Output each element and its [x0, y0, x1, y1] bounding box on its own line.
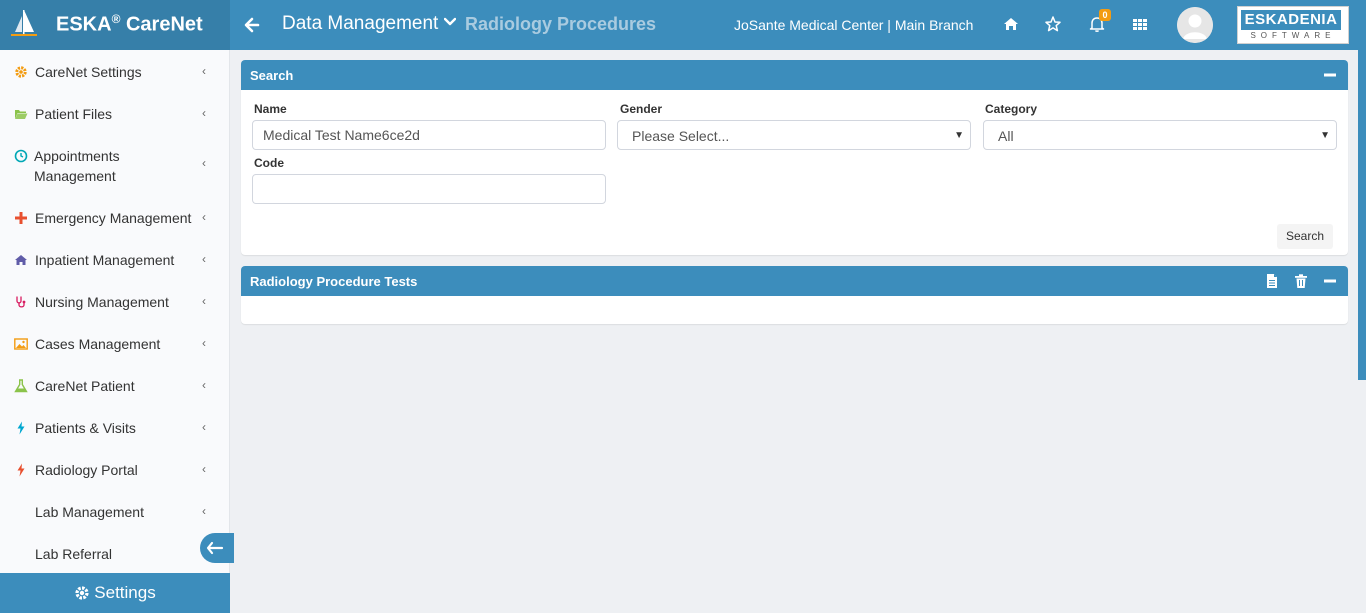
arrow-left-icon — [206, 541, 224, 555]
name-input[interactable] — [252, 120, 606, 150]
back-arrow-icon[interactable] — [243, 15, 261, 35]
trash-icon[interactable] — [1293, 273, 1309, 289]
results-panel-header: Radiology Procedure Tests — [241, 266, 1348, 296]
sidebar-item-patient-files[interactable]: Patient Files ‹ — [0, 92, 230, 134]
sidebar-item-patients-visits[interactable]: Patients & Visits ‹ — [0, 407, 230, 449]
search-button[interactable]: Search — [1277, 224, 1333, 249]
caret-down-icon: ▼ — [1320, 130, 1330, 141]
notification-badge: 0 — [1099, 9, 1111, 21]
folder-open-icon — [15, 110, 28, 119]
flask-icon — [14, 379, 28, 393]
sidebar-item-carenet-patient[interactable]: CareNet Patient ‹ — [0, 365, 230, 407]
code-label: Code — [254, 156, 284, 170]
home-icon[interactable] — [1002, 15, 1020, 33]
vendor-logo-tagline: SOFTWARE — [1250, 31, 1336, 40]
vendor-logo-name: ESKADENIA — [1241, 10, 1341, 30]
chevron-left-icon: ‹ — [202, 156, 206, 170]
gender-label: Gender — [620, 102, 663, 116]
chevron-left-icon: ‹ — [202, 378, 206, 392]
minimize-icon[interactable] — [1322, 273, 1338, 289]
search-panel: Search — [241, 60, 1348, 255]
chevron-left-icon: ‹ — [202, 252, 206, 266]
vendor-logo: ESKADENIA SOFTWARE — [1237, 6, 1349, 44]
module-label: Data Management — [282, 13, 439, 34]
chevron-left-icon: ‹ — [202, 462, 206, 476]
scrollbar-thumb[interactable] — [1358, 50, 1366, 380]
sidebar-item-nursing-management[interactable]: Nursing Management ‹ — [0, 281, 230, 323]
document-icon[interactable] — [1264, 273, 1280, 289]
results-panel: Radiology Procedure Tests — [241, 266, 1348, 324]
facility-selector[interactable]: JoSante Medical Center | Main Branch — [734, 17, 973, 33]
sidebar-collapse-button[interactable] — [200, 533, 234, 563]
home-icon — [15, 255, 27, 265]
sidebar-item-radiology-portal[interactable]: Radiology Portal ‹ — [0, 449, 230, 491]
sailboat-logo-icon — [11, 10, 37, 36]
sidebar-menu: CareNet Settings ‹ Patient Files ‹ Appoi… — [0, 50, 234, 613]
chevron-left-icon: ‹ — [202, 106, 206, 120]
stethoscope-icon — [16, 296, 26, 308]
bolt-icon — [17, 463, 25, 477]
sidebar-item-cases-management[interactable]: Cases Management ‹ — [0, 323, 230, 365]
gear-icon — [75, 586, 89, 600]
chevron-left-icon: ‹ — [202, 294, 206, 308]
settings-label: Settings — [94, 583, 156, 602]
sidebar-item-lab-management[interactable]: Lab Management ‹ — [0, 491, 230, 533]
gender-select[interactable]: Please Select... ▼ — [617, 120, 971, 150]
module-dropdown[interactable]: Data Management — [282, 13, 457, 35]
image-icon — [14, 338, 28, 350]
chevron-left-icon: ‹ — [202, 504, 206, 518]
user-silhouette-icon — [1177, 7, 1213, 43]
category-select[interactable]: All ▼ — [983, 120, 1337, 150]
grid-apps-icon[interactable] — [1131, 15, 1149, 33]
results-panel-title: Radiology Procedure Tests — [250, 274, 418, 289]
chevron-left-icon: ‹ — [202, 420, 206, 434]
bolt-icon — [17, 421, 25, 435]
page-title: Radiology Procedures — [465, 14, 657, 34]
name-label: Name — [254, 102, 287, 116]
category-label: Category — [985, 102, 1038, 116]
settings-button[interactable]: Settings — [0, 573, 230, 613]
search-panel-header: Search — [241, 60, 1348, 90]
sidebar-item-appointments-management[interactable]: Appointments Management ‹ — [0, 134, 230, 186]
user-avatar[interactable] — [1177, 7, 1213, 43]
plus-icon — [15, 212, 27, 224]
gear-icon — [15, 66, 27, 78]
sidebar-item-lab-referral[interactable]: Lab Referral — [0, 533, 230, 575]
sidebar-item-carenet-settings[interactable]: CareNet Settings ‹ — [0, 50, 230, 92]
category-select-value: All — [998, 128, 1014, 144]
caret-down-icon: ▼ — [954, 130, 964, 141]
gender-select-value: Please Select... — [632, 128, 730, 144]
minimize-icon[interactable] — [1322, 67, 1338, 83]
app-title: ESKA® CareNet — [56, 12, 203, 36]
search-panel-title: Search — [250, 68, 294, 83]
brand-area[interactable]: ESKA® CareNet — [0, 0, 230, 50]
sidebar-item-emergency-management[interactable]: Emergency Management ‹ — [0, 197, 230, 239]
chevron-down-icon — [444, 14, 457, 30]
chevron-left-icon: ‹ — [202, 336, 206, 350]
code-input[interactable] — [252, 174, 606, 204]
sidebar-item-inpatient-management[interactable]: Inpatient Management ‹ — [0, 239, 230, 281]
chevron-left-icon: ‹ — [202, 210, 206, 224]
clock-icon — [14, 149, 28, 163]
chevron-left-icon: ‹ — [202, 64, 206, 78]
star-icon[interactable] — [1044, 15, 1062, 33]
top-navbar: ESKA® CareNet Data Management Radiology … — [0, 0, 1366, 50]
